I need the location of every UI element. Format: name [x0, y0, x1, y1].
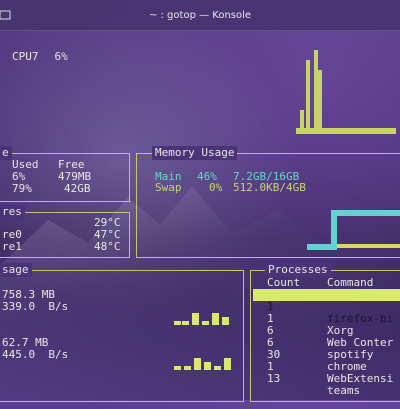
- memory-swap-label: Swap: [155, 181, 182, 194]
- process-command: teams: [327, 384, 361, 397]
- net-tx-rate: 445.0 B/s: [2, 348, 69, 361]
- disk-free: 42GB: [64, 182, 91, 195]
- window-titlebar[interactable]: ~ : gotop — Konsole: [0, 0, 400, 31]
- disk-panel: e Used Free 6% 479MB 79% 42GB: [0, 146, 130, 202]
- sparkline-bar: [174, 321, 181, 325]
- cpu-legend: CPU7 6%: [12, 50, 68, 63]
- window-title: ~ : gotop — Konsole: [148, 9, 252, 21]
- memory-swap-percent: 0%: [209, 181, 223, 194]
- processes-header-command[interactable]: Command: [327, 277, 373, 289]
- network-panel-title: sage: [0, 263, 32, 277]
- temp-name: re1: [2, 240, 22, 253]
- process-count: 13: [267, 372, 281, 385]
- memory-panel: Memory Usage Main 46% 7.2GB/16GB Swap 0%…: [136, 146, 400, 258]
- sparkline-bar: [174, 366, 181, 370]
- network-panel: sage 758.3 MB 339.0 B/s 62.7 MB 445.0 B/…: [0, 263, 244, 402]
- sparkline-bar: [182, 321, 189, 325]
- processes-header-count[interactable]: Count: [267, 277, 300, 289]
- processes-panel-title: Processes: [265, 263, 331, 277]
- cpu-label: CPU7: [12, 50, 39, 63]
- memory-graph: [307, 210, 400, 250]
- memory-swap-amount: 512.0KB/4GB: [233, 181, 306, 194]
- sparkline-bar: [214, 366, 221, 370]
- disk-used: 79%: [12, 182, 32, 195]
- cpu-graph: [296, 50, 396, 134]
- net-rx-sparkline: [174, 311, 239, 325]
- sparkline-bar: [192, 313, 199, 325]
- net-rx-rate: 339.0 B/s: [2, 300, 69, 313]
- net-tx-sparkline: [174, 356, 239, 370]
- temperatures-panel-title: res: [0, 205, 25, 219]
- window-menu-icon[interactable]: [0, 9, 12, 21]
- sparkline-bar: [184, 366, 191, 370]
- memory-panel-title: Memory Usage: [152, 146, 238, 160]
- sparkline-bar: [204, 362, 211, 370]
- sparkline-bar: [202, 321, 209, 325]
- disk-panel-title: e: [0, 146, 12, 160]
- sparkline-bar: [194, 358, 201, 370]
- sparkline-bar: [222, 317, 229, 325]
- cpu-value: 6%: [54, 50, 68, 63]
- process-row[interactable]: 13 teams: [253, 361, 400, 409]
- temp-value: 48°C: [94, 240, 121, 253]
- sparkline-bar: [224, 358, 231, 370]
- sparkline-bar: [212, 313, 219, 325]
- process-row-selected[interactable]: 1 firefox-bi: [253, 289, 400, 325]
- temperatures-panel: res 29°C re0 47°C re1 48°C: [0, 205, 130, 258]
- processes-panel[interactable]: Processes Count Command 1 firefox-bi 1 X…: [250, 263, 400, 402]
